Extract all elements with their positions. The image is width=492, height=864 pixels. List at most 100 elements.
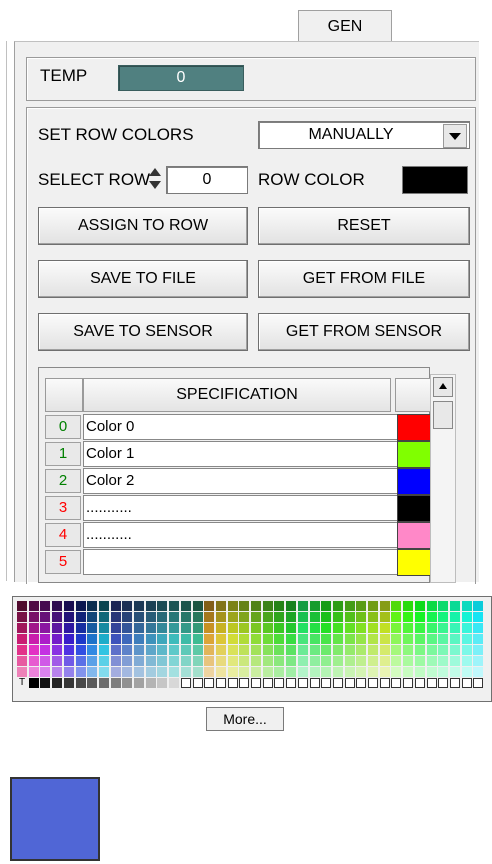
- palette-color-cell[interactable]: [75, 678, 86, 688]
- palette-color-cell[interactable]: [180, 612, 191, 622]
- row-index[interactable]: 5: [45, 550, 81, 574]
- palette-color-cell[interactable]: [251, 634, 261, 644]
- palette-color-cell[interactable]: [134, 667, 144, 677]
- palette-color-cell[interactable]: [40, 678, 51, 688]
- palette-color-cell[interactable]: [449, 623, 460, 633]
- palette-color-cell[interactable]: [40, 667, 51, 677]
- palette-color-cell[interactable]: [344, 612, 355, 622]
- palette-color-cell[interactable]: [344, 623, 355, 633]
- palette-color-cell[interactable]: [391, 612, 402, 622]
- palette-color-cell[interactable]: [321, 645, 332, 655]
- palette-color-cell[interactable]: [63, 678, 74, 688]
- palette-color-cell[interactable]: [110, 634, 121, 644]
- palette-color-cell[interactable]: [274, 612, 285, 622]
- palette-color-cell[interactable]: [262, 678, 273, 688]
- palette-color-cell[interactable]: [321, 656, 332, 666]
- palette-color-cell[interactable]: [110, 667, 121, 677]
- palette-color-cell[interactable]: [286, 656, 297, 666]
- palette-color-cell[interactable]: [297, 634, 308, 644]
- palette-color-cell[interactable]: [274, 656, 285, 666]
- palette-color-cell[interactable]: [145, 623, 156, 633]
- row-index[interactable]: 1: [45, 442, 81, 466]
- palette-color-cell[interactable]: [227, 656, 238, 666]
- palette-color-cell[interactable]: [63, 667, 74, 677]
- palette-color-cell[interactable]: [75, 656, 86, 666]
- palette-color-cell[interactable]: [251, 656, 261, 666]
- palette-color-cell[interactable]: [75, 645, 86, 655]
- palette-color-cell[interactable]: [449, 601, 460, 611]
- palette-color-cell[interactable]: [262, 667, 273, 677]
- palette-color-cell[interactable]: [368, 623, 378, 633]
- palette-color-cell[interactable]: [122, 667, 133, 677]
- palette-color-cell[interactable]: [403, 623, 414, 633]
- palette-color-cell[interactable]: [403, 612, 414, 622]
- palette-color-cell[interactable]: [157, 667, 168, 677]
- palette-color-cell[interactable]: [274, 678, 285, 688]
- more-colors-button[interactable]: More...: [206, 707, 284, 731]
- palette-color-cell[interactable]: [169, 634, 180, 644]
- palette-color-cell[interactable]: [157, 601, 168, 611]
- palette-color-cell[interactable]: [192, 612, 203, 622]
- palette-color-cell[interactable]: [274, 634, 285, 644]
- palette-color-cell[interactable]: [17, 667, 27, 677]
- palette-color-cell[interactable]: [251, 667, 261, 677]
- palette-color-cell[interactable]: [403, 667, 414, 677]
- palette-color-cell[interactable]: [414, 634, 425, 644]
- palette-color-cell[interactable]: [332, 634, 343, 644]
- palette-color-cell[interactable]: [17, 645, 27, 655]
- palette-color-cell[interactable]: [239, 634, 250, 644]
- palette-color-cell[interactable]: [379, 612, 390, 622]
- palette-color-cell[interactable]: [110, 612, 121, 622]
- palette-color-cell[interactable]: [227, 612, 238, 622]
- palette-color-cell[interactable]: [414, 656, 425, 666]
- table-row[interactable]: 2 Color 2: [39, 468, 437, 495]
- palette-color-cell[interactable]: [192, 656, 203, 666]
- palette-color-cell[interactable]: [262, 623, 273, 633]
- palette-color-cell[interactable]: [262, 601, 273, 611]
- palette-color-cell[interactable]: [63, 634, 74, 644]
- palette-color-cell[interactable]: [40, 601, 51, 611]
- palette-color-cell[interactable]: [17, 601, 27, 611]
- palette-color-cell[interactable]: [332, 612, 343, 622]
- palette-color-cell[interactable]: [134, 678, 144, 688]
- palette-color-cell[interactable]: [461, 645, 472, 655]
- palette-color-cell[interactable]: [414, 601, 425, 611]
- palette-color-cell[interactable]: [426, 667, 437, 677]
- palette-color-cell[interactable]: [403, 656, 414, 666]
- palette-color-cell[interactable]: [17, 623, 27, 633]
- palette-color-cell[interactable]: [297, 623, 308, 633]
- palette-color-cell[interactable]: [75, 623, 86, 633]
- row-name-cell[interactable]: Color 2: [83, 468, 437, 494]
- palette-color-cell[interactable]: [63, 645, 74, 655]
- palette-color-cell[interactable]: [52, 678, 63, 688]
- palette-color-cell[interactable]: [75, 612, 86, 622]
- palette-color-cell[interactable]: [297, 645, 308, 655]
- palette-color-cell[interactable]: [309, 656, 320, 666]
- palette-color-cell[interactable]: [321, 634, 332, 644]
- palette-color-cell[interactable]: [122, 623, 133, 633]
- palette-color-cell[interactable]: [239, 656, 250, 666]
- palette-color-cell[interactable]: [122, 601, 133, 611]
- palette-color-cell[interactable]: [379, 645, 390, 655]
- palette-color-cell[interactable]: [204, 634, 215, 644]
- palette-color-cell[interactable]: [215, 612, 226, 622]
- palette-color-cell[interactable]: [426, 634, 437, 644]
- get-from-sensor-button[interactable]: GET FROM SENSOR: [258, 313, 470, 351]
- palette-color-cell[interactable]: [286, 601, 297, 611]
- palette-color-cell[interactable]: [344, 678, 355, 688]
- row-name-cell[interactable]: [83, 549, 437, 575]
- palette-color-cell[interactable]: [204, 612, 215, 622]
- palette-color-cell[interactable]: [157, 634, 168, 644]
- palette-color-cell[interactable]: [332, 623, 343, 633]
- palette-color-cell[interactable]: [239, 667, 250, 677]
- palette-color-cell[interactable]: [204, 667, 215, 677]
- palette-color-cell[interactable]: [28, 612, 39, 622]
- palette-color-cell[interactable]: [368, 645, 378, 655]
- palette-color-cell[interactable]: [17, 612, 27, 622]
- palette-color-cell[interactable]: [286, 667, 297, 677]
- palette-color-cell[interactable]: [87, 678, 98, 688]
- palette-color-cell[interactable]: [438, 656, 449, 666]
- palette-color-cell[interactable]: [52, 667, 63, 677]
- palette-color-cell[interactable]: [145, 656, 156, 666]
- palette-color-cell[interactable]: [321, 623, 332, 633]
